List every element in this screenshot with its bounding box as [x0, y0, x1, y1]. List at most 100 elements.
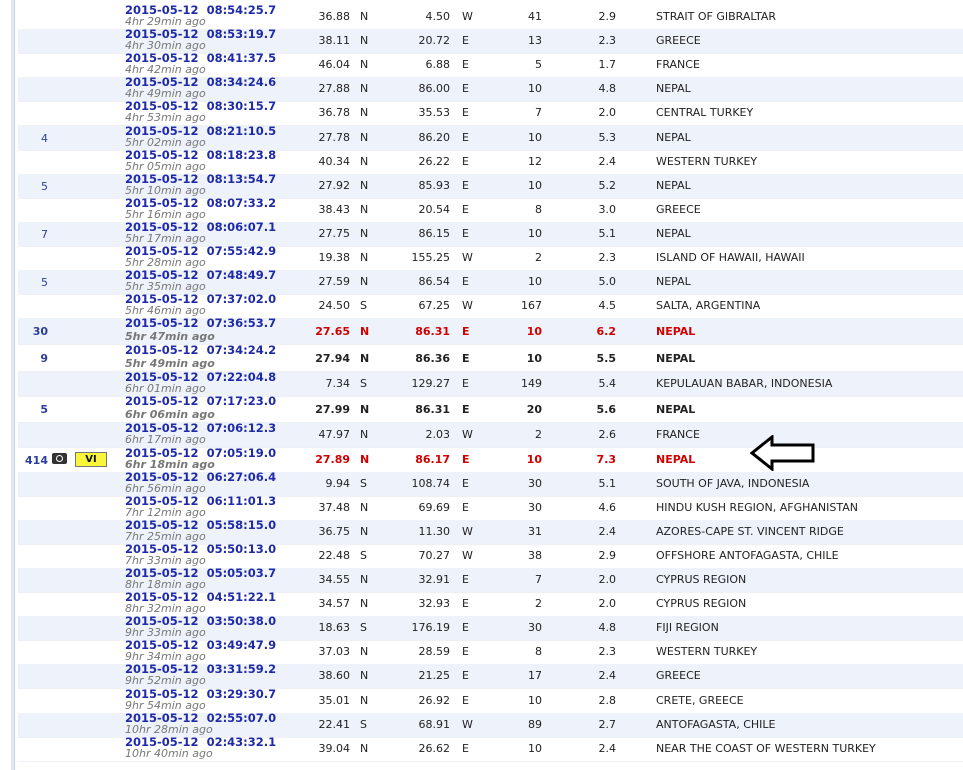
region-name[interactable]: FRANCE: [656, 428, 700, 441]
event-time[interactable]: 05:50:13.0: [207, 542, 277, 556]
felt-reports-link[interactable]: 9: [18, 352, 48, 365]
region-name[interactable]: ISLAND OF HAWAII, HAWAII: [656, 251, 805, 264]
event-time[interactable]: 07:05:19.0: [207, 446, 277, 460]
event-time[interactable]: 08:53:19.7: [207, 27, 277, 41]
region-name[interactable]: ANTOFAGASTA, CHILE: [656, 718, 775, 731]
latitude-hemisphere: N: [360, 428, 369, 442]
event-time[interactable]: 06:11:01.3: [207, 494, 277, 508]
event-time[interactable]: 03:49:47.9: [207, 638, 277, 652]
event-time[interactable]: 06:27:06.4: [207, 470, 277, 484]
event-date[interactable]: 2015-05-12: [125, 343, 199, 357]
region-name[interactable]: FRANCE: [656, 58, 700, 71]
felt-reports-link[interactable]: 5: [18, 180, 48, 193]
event-time[interactable]: 08:30:15.7: [207, 99, 277, 113]
region-name[interactable]: NEPAL: [656, 82, 691, 95]
intensity-badge[interactable]: VI: [75, 451, 107, 467]
latitude-value: 27.65: [315, 325, 350, 339]
region-name[interactable]: GREECE: [656, 34, 701, 47]
event-time[interactable]: 02:55:07.0: [207, 711, 277, 725]
event-datetime-link[interactable]: 2015-05-12 07:17:23.0: [125, 394, 276, 408]
region-name[interactable]: SOUTH OF JAVA, INDONESIA: [656, 477, 809, 490]
region-name[interactable]: CYPRUS REGION: [656, 597, 746, 610]
felt-reports-link[interactable]: 5: [18, 276, 48, 289]
event-time[interactable]: 08:06:07.1: [207, 220, 277, 234]
depth-value: 8: [535, 645, 542, 659]
event-time[interactable]: 08:07:33.2: [207, 196, 277, 210]
longitude-hemisphere: E: [462, 693, 469, 707]
time-ago-label: 9hr 33min ago: [125, 626, 206, 639]
time-ago-label: 8hr 18min ago: [125, 578, 206, 591]
event-time[interactable]: 02:43:32.1: [207, 735, 277, 749]
event-time[interactable]: 07:48:49.7: [207, 268, 277, 282]
event-time[interactable]: 07:36:53.7: [207, 316, 277, 330]
region-name[interactable]: GREECE: [656, 203, 701, 216]
event-time[interactable]: 07:06:12.3: [207, 421, 277, 435]
event-datetime-link[interactable]: 2015-05-12 07:36:53.7: [125, 316, 276, 330]
felt-reports-link[interactable]: 7: [18, 228, 48, 241]
region-name[interactable]: CYPRUS REGION: [656, 573, 746, 586]
felt-reports-link[interactable]: 5: [18, 403, 48, 416]
region-name[interactable]: CENTRAL TURKEY: [656, 106, 753, 119]
region-name[interactable]: NEPAL: [656, 227, 691, 240]
region-name[interactable]: GREECE: [656, 669, 701, 682]
event-time[interactable]: 03:31:59.2: [207, 662, 277, 676]
event-time[interactable]: 04:51:22.1: [207, 590, 277, 604]
region-name[interactable]: NEPAL: [656, 325, 695, 338]
region-name[interactable]: AZORES-CAPE ST. VINCENT RIDGE: [656, 525, 844, 538]
table-row[interactable]: 30 2015-05-12 07:36:53.7 5hr 47min ago 27.6…: [18, 316, 963, 346]
region-name[interactable]: KEPULAUAN BABAR, INDONESIA: [656, 377, 832, 390]
event-time[interactable]: 08:13:54.7: [207, 172, 277, 186]
event-time[interactable]: 08:41:37.5: [207, 51, 277, 65]
region-name[interactable]: NEAR THE COAST OF WESTERN TURKEY: [656, 742, 876, 755]
event-time[interactable]: 05:05:03.7: [207, 566, 277, 580]
event-time[interactable]: 07:22:04.8: [207, 370, 277, 384]
felt-reports-link[interactable]: 30: [18, 325, 48, 338]
latitude-hemisphere: N: [360, 500, 369, 514]
region-name[interactable]: OFFSHORE ANTOFAGASTA, CHILE: [656, 549, 839, 562]
time-ago-label: 8hr 32min ago: [125, 602, 206, 615]
event-datetime-link[interactable]: 2015-05-12 07:34:24.2: [125, 343, 276, 357]
event-time[interactable]: 08:18:23.8: [207, 148, 277, 162]
latitude-hemisphere: S: [360, 548, 367, 562]
longitude-hemisphere: E: [462, 352, 470, 366]
region-name[interactable]: HINDU KUSH REGION, AFGHANISTAN: [656, 501, 858, 514]
table-row[interactable]: 5 2015-05-12 07:17:23.0 6hr 06min ago 27.99…: [18, 394, 963, 424]
event-time[interactable]: 07:37:02.0: [207, 292, 277, 306]
event-time[interactable]: 03:50:38.0: [207, 614, 277, 628]
event-time[interactable]: 08:21:10.5: [207, 124, 277, 138]
region-name[interactable]: STRAIT OF GIBRALTAR: [656, 10, 776, 23]
felt-reports-link[interactable]: 4: [18, 132, 48, 145]
region-name[interactable]: NEPAL: [656, 403, 695, 416]
region-name[interactable]: NEPAL: [656, 453, 695, 466]
region-name[interactable]: CRETE, GREECE: [656, 694, 744, 707]
longitude-value: 85.93: [418, 178, 451, 192]
depth-value: 10: [528, 82, 542, 96]
region-name[interactable]: NEPAL: [656, 131, 691, 144]
longitude-hemisphere: E: [462, 500, 469, 514]
event-time[interactable]: 03:29:30.7: [207, 687, 277, 701]
region-name[interactable]: FIJI REGION: [656, 621, 719, 634]
time-ago-text: 5hr 35min ago: [125, 280, 206, 294]
event-date[interactable]: 2015-05-12: [125, 394, 199, 408]
event-date[interactable]: 2015-05-12: [125, 316, 199, 330]
longitude-hemisphere: W: [462, 717, 473, 731]
camera-icon[interactable]: [52, 452, 67, 464]
region-name[interactable]: NEPAL: [656, 179, 691, 192]
event-time[interactable]: 07:34:24.2: [207, 343, 277, 357]
magnitude-value: 2.3: [598, 34, 617, 48]
magnitude-value: 7.3: [596, 452, 617, 466]
table-row[interactable]: 2015-05-12 02:43:32.1 10hr 40min ago 39.04…: [18, 735, 963, 762]
region-name[interactable]: NEPAL: [656, 275, 691, 288]
region-name[interactable]: WESTERN TURKEY: [656, 645, 757, 658]
region-name[interactable]: WESTERN TURKEY: [656, 155, 757, 168]
event-time[interactable]: 05:58:15.0: [207, 518, 277, 532]
event-time[interactable]: 07:17:23.0: [207, 394, 277, 408]
region-name[interactable]: SALTA, ARGENTINA: [656, 299, 760, 312]
felt-reports-link[interactable]: 414: [18, 454, 48, 467]
latitude-value: 27.92: [318, 178, 351, 192]
event-time[interactable]: 07:55:42.9: [207, 244, 277, 258]
event-time[interactable]: 08:34:24.6: [207, 75, 277, 89]
table-row[interactable]: 9 2015-05-12 07:34:24.2 5hr 49min ago 27.94…: [18, 343, 963, 373]
region-name[interactable]: NEPAL: [656, 352, 695, 365]
event-time[interactable]: 08:54:25.7: [207, 3, 277, 17]
